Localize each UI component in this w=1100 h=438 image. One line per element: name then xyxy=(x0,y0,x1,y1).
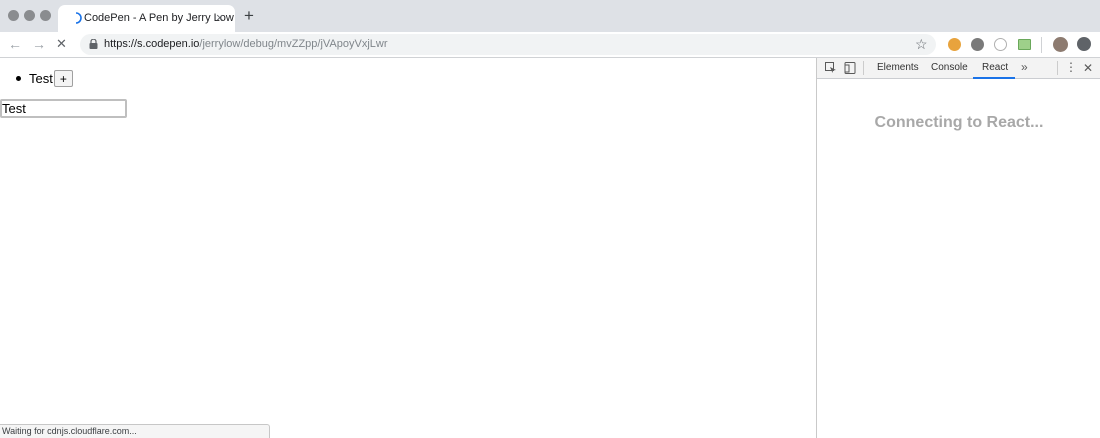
extension-cookie-icon[interactable] xyxy=(948,38,961,51)
more-tabs-icon[interactable]: » xyxy=(1021,60,1028,74)
browser-tab[interactable]: CodePen - A Pen by Jerry Low × xyxy=(58,5,235,32)
devtools-separator xyxy=(863,61,864,75)
back-button[interactable]: ← xyxy=(8,36,22,52)
window-zoom-button[interactable] xyxy=(40,10,51,21)
url-host: https://s.codepen.io xyxy=(104,38,200,50)
tab-title: CodePen - A Pen by Jerry Low xyxy=(84,12,234,24)
tab-close-icon[interactable]: × xyxy=(216,11,224,25)
browser-toolbar: ← → ✕ https://s.codepen.io/jerrylow/debu… xyxy=(0,32,1100,58)
window-minimize-button[interactable] xyxy=(24,10,35,21)
item-text-input[interactable] xyxy=(0,99,127,118)
browser-tabstrip: CodePen - A Pen by Jerry Low × + xyxy=(0,0,1100,32)
page-viewport: Test + xyxy=(0,58,816,438)
add-item-button[interactable]: + xyxy=(53,70,73,87)
stop-button[interactable]: ✕ xyxy=(56,36,67,52)
extension-sheet-icon[interactable] xyxy=(1018,39,1031,50)
lock-icon xyxy=(89,39,98,49)
extension-clock-icon[interactable] xyxy=(994,38,1007,51)
devtools-toolbar: Elements Console React » ⋮ ✕ xyxy=(817,58,1100,79)
inspect-element-icon[interactable] xyxy=(825,62,837,74)
update-menu-icon[interactable] xyxy=(1077,37,1091,51)
devtools-close-icon[interactable]: ✕ xyxy=(1083,61,1093,75)
forward-button[interactable]: → xyxy=(32,36,46,52)
toolbar-divider xyxy=(1041,37,1042,53)
tab-console[interactable]: Console xyxy=(931,62,968,73)
tab-elements[interactable]: Elements xyxy=(877,62,919,73)
profile-avatar[interactable] xyxy=(1053,37,1068,52)
list-item: Test + xyxy=(16,70,73,87)
active-tab-indicator xyxy=(973,77,1015,79)
extension-gear-icon[interactable] xyxy=(971,38,984,51)
address-bar[interactable]: https://s.codepen.io/jerrylow/debug/mvZZ… xyxy=(80,34,936,55)
bookmark-star-icon[interactable]: ☆ xyxy=(915,36,928,52)
list-bullet xyxy=(16,76,21,81)
status-bar: Waiting for cdnjs.cloudflare.com... xyxy=(0,424,270,438)
tab-react[interactable]: React xyxy=(982,62,1008,73)
device-toolbar-icon[interactable] xyxy=(844,62,856,74)
react-connecting-message: Connecting to React... xyxy=(874,114,1044,131)
new-tab-button[interactable]: + xyxy=(244,7,254,25)
devtools-menu-icon[interactable]: ⋮ xyxy=(1065,60,1077,74)
url-text: https://s.codepen.io/jerrylow/debug/mvZZ… xyxy=(104,38,388,50)
loading-spinner-icon xyxy=(75,12,82,24)
window-close-button[interactable] xyxy=(8,10,19,21)
devtools-separator xyxy=(1057,61,1058,75)
url-path: /jerrylow/debug/mvZZpp/jVApoyVxjLwr xyxy=(199,38,388,50)
list-item-text: Test xyxy=(29,71,53,86)
devtools-panel: Elements Console React » ⋮ ✕ Connecting … xyxy=(816,58,1100,438)
